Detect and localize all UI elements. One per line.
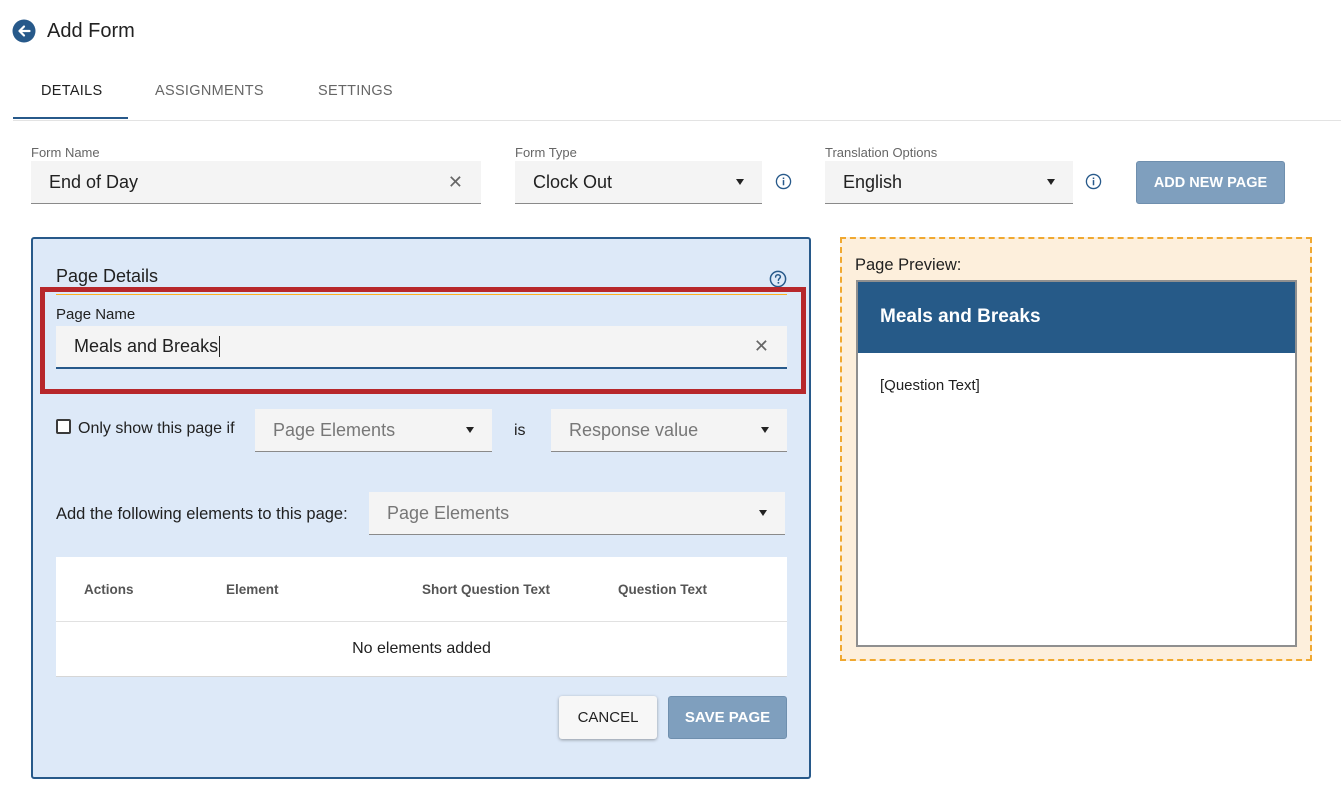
is-label: is [514,422,526,439]
form-type-label: Form Type [515,145,577,160]
translation-select[interactable]: English [825,161,1073,204]
form-name-value: End of Day [49,171,139,192]
form-type-select[interactable]: Clock Out [515,161,762,204]
translation-value: English [843,171,903,192]
page-title: Add Form [47,20,135,42]
form-name-input[interactable]: End of Day ✕ [31,161,481,204]
only-show-checkbox[interactable] [56,419,71,434]
add-elements-select[interactable]: Page Elements [369,492,785,535]
column-header-short-question: Short Question Text [422,582,551,597]
condition-element-placeholder: Page Elements [273,419,396,440]
translation-info-icon[interactable] [1085,173,1102,190]
cancel-button[interactable]: CANCEL [559,696,657,739]
form-type-value: Clock Out [533,171,613,192]
form-name-label: Form Name [31,145,100,160]
caret-down-icon [759,510,767,516]
add-elements-label: Add the following elements to this page: [56,505,348,523]
caret-down-icon [466,427,474,433]
tab-details[interactable]: DETAILS [41,82,102,100]
preview-question-text: [Question Text] [880,377,980,394]
page-details-title: Page Details [56,266,159,286]
help-icon[interactable] [769,270,787,288]
page-preview-label: Page Preview: [855,256,962,274]
condition-value-select[interactable]: Response value [551,409,787,452]
only-show-label: Only show this page if [78,420,235,437]
table-bottom-border [56,676,787,677]
back-arrow-icon[interactable] [12,19,36,43]
condition-element-select[interactable]: Page Elements [255,409,492,452]
column-header-question: Question Text [618,582,708,597]
add-elements-placeholder: Page Elements [387,502,510,523]
table-empty-message: No elements added [352,640,491,657]
condition-value-placeholder: Response value [569,419,699,440]
tab-settings[interactable]: SETTINGS [318,82,393,100]
preview-page-title: Meals and Breaks [880,306,1041,327]
column-header-actions: Actions [84,582,134,597]
translation-label: Translation Options [825,145,938,160]
active-tab-indicator [13,117,128,119]
form-type-info-icon[interactable] [775,173,792,190]
elements-table [56,557,787,676]
table-header-divider [56,621,787,622]
caret-down-icon [761,427,769,433]
highlight-annotation-box [40,287,806,394]
caret-down-icon [1047,179,1055,185]
column-header-element: Element [226,582,279,597]
caret-down-icon [736,179,744,185]
add-new-page-button[interactable]: ADD NEW PAGE [1136,161,1285,204]
save-page-button[interactable]: SAVE PAGE [668,696,787,739]
clear-form-name-icon[interactable]: ✕ [448,172,463,193]
tab-assignments[interactable]: ASSIGNMENTS [155,82,264,100]
tabs-divider [13,120,1341,121]
